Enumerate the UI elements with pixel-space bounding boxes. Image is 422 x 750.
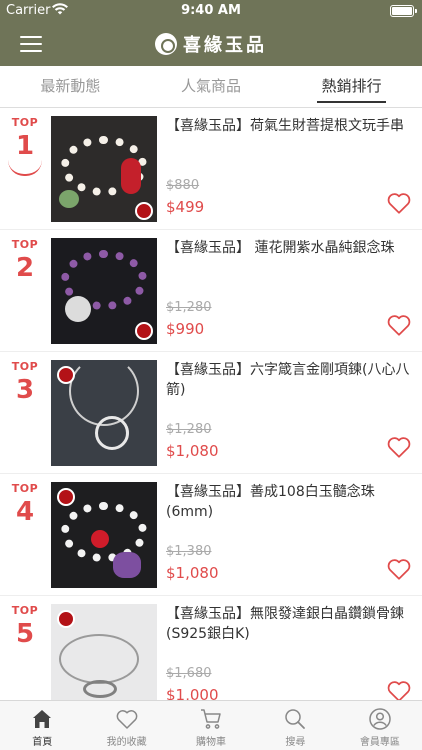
- product-image[interactable]: [51, 360, 157, 466]
- bottom-tab-bar: 首頁 我的收藏 購物車 搜尋 會員專區: [0, 700, 422, 750]
- tab-search[interactable]: 搜尋: [253, 701, 337, 750]
- brand-seal-icon: [57, 366, 75, 384]
- product-title[interactable]: 【喜緣玉品】無限發達銀白晶鑽鎖骨鍊(S925銀白K): [166, 604, 412, 644]
- sale-price: $499: [166, 198, 205, 216]
- seal-icon: [155, 33, 177, 55]
- brand-logo: 喜緣玉品: [155, 33, 267, 56]
- cart-icon: [201, 709, 221, 729]
- category-tabs: 最新動態 人氣商品 熱銷排行: [0, 66, 422, 108]
- home-icon: [33, 710, 52, 728]
- sale-price: $990: [166, 320, 205, 338]
- clock: 9:40 AM: [181, 3, 241, 18]
- rank-number: 2: [15, 253, 35, 283]
- brand-seal-icon: [57, 488, 75, 506]
- product-image[interactable]: [51, 604, 157, 700]
- product-title[interactable]: 【喜緣玉品】 蓮花開紫水晶純銀念珠: [166, 238, 412, 258]
- brand-seal-icon: [135, 322, 153, 340]
- original-price: $1,280: [166, 422, 212, 437]
- list-item[interactable]: TOP 1 【喜緣玉品】荷氣生財菩提根文玩手串 $880 $499: [0, 108, 422, 230]
- rank-label: TOP: [11, 238, 39, 251]
- battery-icon: [390, 5, 417, 17]
- favorite-heart-icon[interactable]: [386, 678, 412, 700]
- tab-search-label: 搜尋: [285, 737, 306, 748]
- rank-label: TOP: [11, 482, 39, 495]
- brand-seal-icon: [135, 202, 153, 220]
- tab-cart-label: 購物車: [196, 737, 227, 748]
- hamburger-menu-icon[interactable]: [20, 36, 42, 52]
- product-title[interactable]: 【喜緣玉品】善成108白玉髓念珠(6mm): [166, 482, 412, 522]
- tab-cart[interactable]: 購物車: [169, 701, 253, 750]
- rank-badge: TOP 4: [0, 482, 50, 529]
- tab-popular[interactable]: 人氣商品: [141, 66, 282, 107]
- tab-latest[interactable]: 最新動態: [0, 66, 141, 107]
- brand-seal-icon: [57, 610, 75, 628]
- tab-bestsellers[interactable]: 熱銷排行: [281, 66, 422, 107]
- sale-price: $1,080: [166, 564, 219, 582]
- product-image[interactable]: [51, 482, 157, 588]
- tab-member-label: 會員專區: [359, 737, 400, 748]
- favorite-heart-icon[interactable]: [386, 556, 412, 582]
- search-icon: [285, 709, 306, 729]
- list-item[interactable]: TOP 2 【喜緣玉品】 蓮花開紫水晶純銀念珠 $1,280 $990: [0, 230, 422, 352]
- tab-home-label: 首頁: [32, 737, 53, 748]
- ranking-list: TOP 1 【喜緣玉品】荷氣生財菩提根文玩手串 $880 $499 TOP 2 …: [0, 108, 422, 700]
- rank-number: 3: [15, 375, 35, 405]
- tab-favorites[interactable]: 我的收藏: [84, 701, 168, 750]
- rank-label: TOP: [11, 360, 39, 373]
- list-item[interactable]: TOP 3 【喜緣玉品】六字箴言金剛項鍊(八心八箭) $1,280 $1,080: [0, 352, 422, 474]
- sale-price: $1,080: [166, 442, 219, 460]
- rank-number: 5: [15, 619, 35, 649]
- favorite-heart-icon[interactable]: [386, 434, 412, 460]
- favorite-heart-icon[interactable]: [386, 190, 412, 216]
- nav-bar: 喜緣玉品: [0, 22, 422, 66]
- list-item[interactable]: TOP 5 【喜緣玉品】無限發達銀白晶鑽鎖骨鍊(S925銀白K) $1,680 …: [0, 596, 422, 700]
- rank-badge: TOP 2: [0, 238, 50, 285]
- rank-label: TOP: [11, 604, 39, 617]
- tab-member[interactable]: 會員專區: [338, 701, 422, 750]
- product-title[interactable]: 【喜緣玉品】荷氣生財菩提根文玩手串: [166, 116, 412, 136]
- original-price: $1,380: [166, 544, 212, 559]
- status-bar: Carrier 9:40 AM: [0, 0, 422, 22]
- rank-badge: TOP 1: [0, 116, 50, 176]
- product-image[interactable]: [51, 116, 157, 222]
- laurel-icon: [8, 148, 42, 176]
- sale-price: $1,000: [166, 686, 219, 700]
- original-price: $1,680: [166, 666, 212, 681]
- tab-home[interactable]: 首頁: [0, 701, 84, 750]
- brand-name: 喜緣玉品: [183, 35, 267, 56]
- user-icon: [369, 708, 391, 730]
- tab-favorites-label: 我的收藏: [106, 737, 147, 748]
- rank-number: 4: [15, 497, 35, 527]
- original-price: $1,280: [166, 300, 212, 315]
- favorite-heart-icon[interactable]: [386, 312, 412, 338]
- rank-badge: TOP 3: [0, 360, 50, 407]
- list-item[interactable]: TOP 4 【喜緣玉品】善成108白玉髓念珠(6mm) $1,380 $1,08…: [0, 474, 422, 596]
- product-image[interactable]: [51, 238, 157, 344]
- heart-icon: [116, 710, 137, 729]
- rank-badge: TOP 5: [0, 604, 50, 651]
- product-title[interactable]: 【喜緣玉品】六字箴言金剛項鍊(八心八箭): [166, 360, 412, 400]
- rank-label: TOP: [11, 116, 39, 129]
- original-price: $880: [166, 178, 200, 193]
